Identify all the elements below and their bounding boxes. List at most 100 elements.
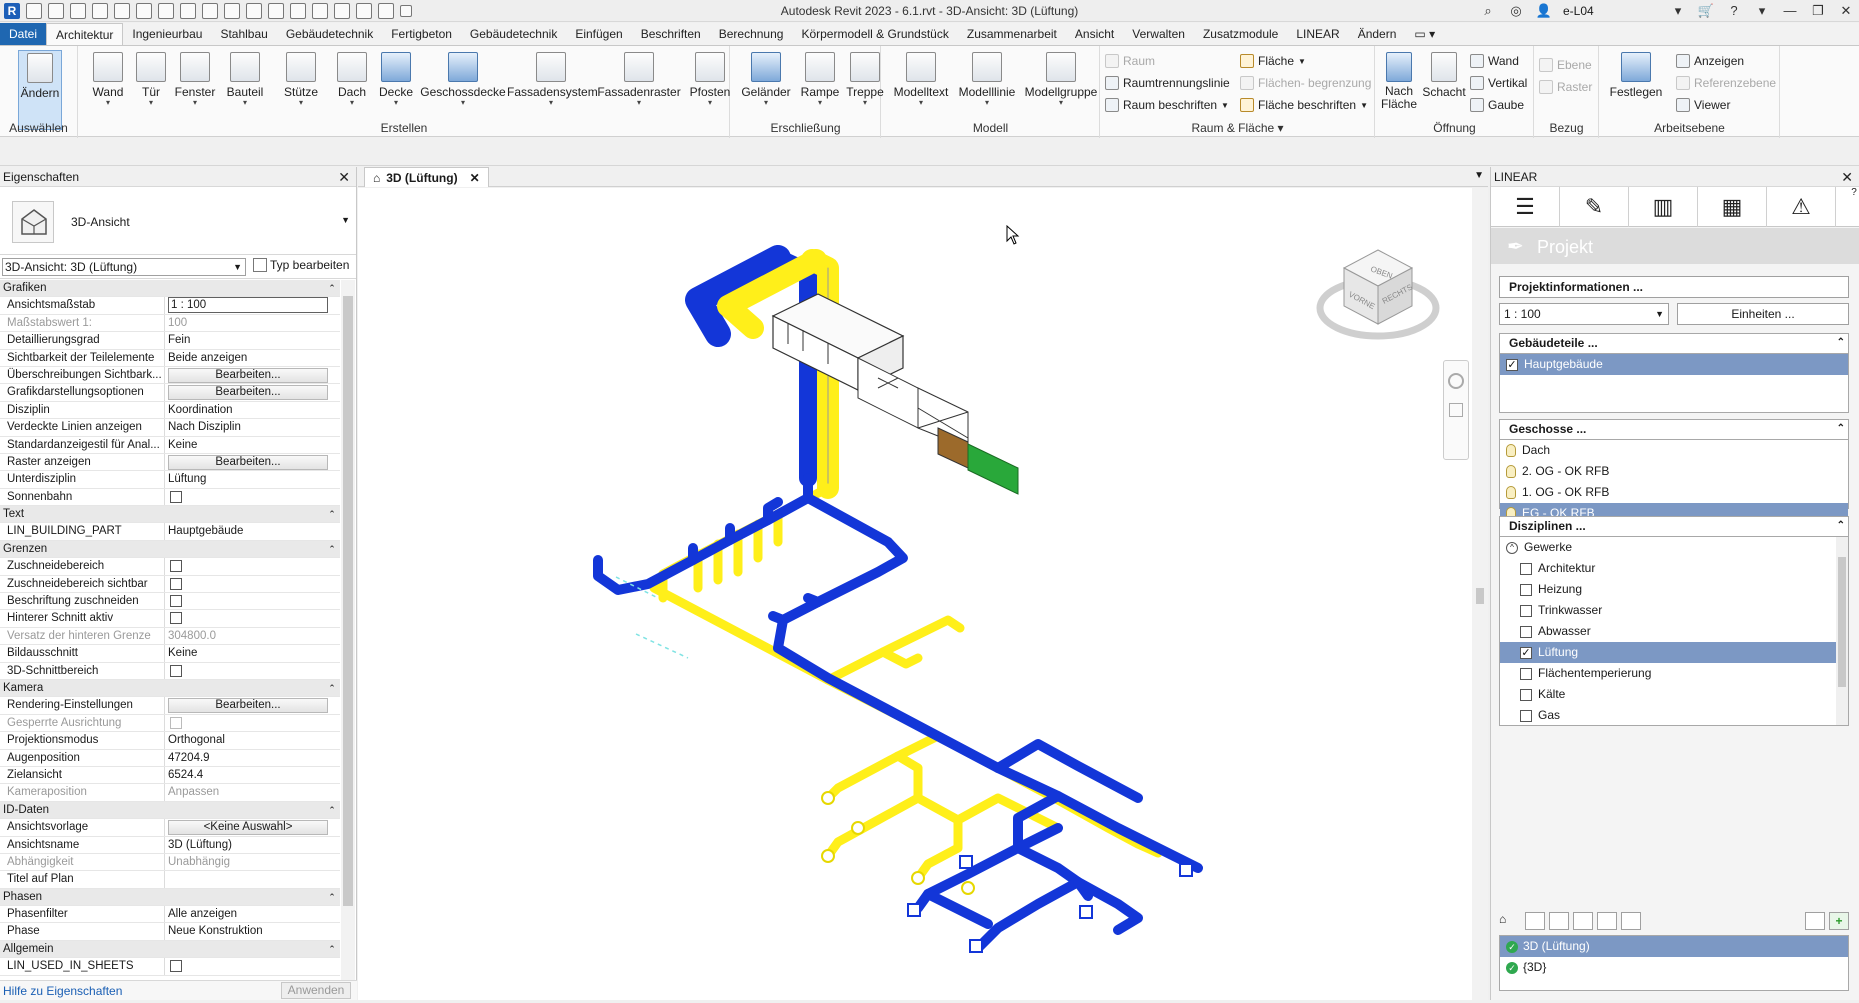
- property-value[interactable]: [165, 663, 340, 679]
- exhaust-duct-network[interactable]: [649, 483, 1163, 883]
- settings-sliders-icon[interactable]: ☰: [1491, 187, 1560, 227]
- thin-lines-icon[interactable]: [334, 2, 350, 19]
- property-checkbox[interactable]: [170, 560, 182, 573]
- binoculars-icon[interactable]: ◎: [1507, 2, 1525, 20]
- property-value[interactable]: Beide anzeigen: [165, 350, 340, 366]
- grid-button[interactable]: Raster: [1539, 78, 1592, 96]
- discipline-item[interactable]: Flächentemperierung: [1500, 663, 1848, 684]
- open-icon[interactable]: [48, 2, 64, 19]
- property-value[interactable]: [165, 958, 340, 974]
- help-icon[interactable]: ?: [1849, 187, 1859, 227]
- property-group-kamera[interactable]: Kamera ⌃: [0, 679, 340, 698]
- section-view-icon[interactable]: [1573, 912, 1593, 930]
- tab-stahlbau[interactable]: Stahlbau: [211, 23, 276, 45]
- close-icon[interactable]: ✕: [470, 171, 480, 185]
- view-item[interactable]: ✓ 3D (Lüftung): [1500, 936, 1848, 957]
- warning-icon[interactable]: ⚠: [1767, 187, 1836, 227]
- property-value[interactable]: Orthogonal: [165, 732, 340, 748]
- area-button[interactable]: Fläche ▼: [1240, 52, 1306, 70]
- property-value[interactable]: 1 : 100: [165, 297, 340, 314]
- property-value[interactable]: Nach Disziplin: [165, 419, 340, 435]
- switch-windows-icon[interactable]: [378, 2, 394, 19]
- viewcube[interactable]: OBEN VORNE RECHTS: [1308, 238, 1448, 348]
- vertical-opening-button[interactable]: Vertikal: [1470, 74, 1527, 92]
- property-value[interactable]: 47204.9: [165, 750, 340, 766]
- upload-icon[interactable]: [1621, 912, 1641, 930]
- property-group-grafiken[interactable]: Grafiken ⌃: [0, 280, 340, 298]
- help-icon[interactable]: ?: [1725, 2, 1743, 20]
- property-value[interactable]: Neue Konstruktion: [165, 923, 340, 939]
- collapse-icon[interactable]: ⌃: [324, 541, 340, 557]
- discipline-item[interactable]: ✓ Lüftung: [1500, 642, 1848, 663]
- discipline-group-gewerke[interactable]: ^ Gewerke: [1500, 537, 1848, 558]
- user-icon[interactable]: 👤: [1535, 2, 1553, 20]
- edit-property-button[interactable]: Bearbeiten...: [168, 698, 328, 714]
- zoom-icon[interactable]: [1449, 403, 1463, 417]
- checkbox[interactable]: [1520, 583, 1532, 596]
- tür-button[interactable]: Tür ▾: [131, 50, 171, 107]
- disciplines-header[interactable]: Disziplinen ... ⌃: [1500, 517, 1848, 537]
- geschossdecke-button[interactable]: Geschossdecke ▾: [419, 50, 507, 107]
- property-value[interactable]: [165, 593, 340, 609]
- floor-plan-icon[interactable]: [1525, 912, 1545, 930]
- property-value[interactable]: [165, 576, 340, 592]
- search-back-icon[interactable]: ⌕: [1479, 2, 1497, 20]
- building-parts-header[interactable]: Gebäudeteile ... ⌃: [1500, 334, 1848, 354]
- property-value[interactable]: Alle anzeigen: [165, 906, 340, 922]
- collapse-circle-icon[interactable]: ^: [1506, 541, 1518, 554]
- property-value[interactable]: Bearbeiten...: [165, 384, 340, 401]
- tab-architektur[interactable]: Architektur: [46, 23, 124, 45]
- collapse-icon[interactable]: ⌃: [324, 506, 340, 522]
- ceiling-plan-icon[interactable]: [1549, 912, 1569, 930]
- sync-icon[interactable]: [92, 2, 108, 19]
- cart-icon[interactable]: 🛒: [1697, 2, 1715, 20]
- pencil-icon[interactable]: ✎: [1560, 187, 1629, 227]
- checkbox[interactable]: [1520, 625, 1532, 638]
- treppe-button[interactable]: Treppe ▾: [845, 50, 885, 107]
- modellgruppe-button[interactable]: Modellgruppe ▾: [1020, 50, 1102, 107]
- level-item[interactable]: 1. OG - OK RFB: [1500, 482, 1848, 503]
- collapse-icon[interactable]: ⌃: [324, 941, 340, 957]
- tag-room-button[interactable]: Raum beschriften ▼: [1105, 96, 1229, 114]
- tab-beschriften[interactable]: Beschriften: [632, 23, 710, 45]
- edit-property-button[interactable]: <Keine Auswahl>: [168, 820, 328, 836]
- section-icon[interactable]: [312, 2, 328, 19]
- scale-select[interactable]: 1 : 100 ▼: [1499, 303, 1669, 325]
- scale-input[interactable]: 1 : 100: [168, 297, 328, 314]
- building-part-item[interactable]: ✓ Hauptgebäude: [1500, 354, 1848, 375]
- geländer-button[interactable]: Geländer ▾: [737, 50, 795, 107]
- collapse-icon[interactable]: ⌃: [324, 680, 340, 696]
- grid-apps-icon[interactable]: ▦: [1698, 187, 1767, 227]
- property-value[interactable]: Keine: [165, 645, 340, 661]
- rampe-button[interactable]: Rampe ▾: [795, 50, 845, 107]
- discipline-item[interactable]: Trinkwasser: [1500, 600, 1848, 621]
- tab-ansicht[interactable]: Ansicht: [1066, 23, 1123, 45]
- checkbox[interactable]: [1520, 562, 1532, 575]
- checkbox[interactable]: [1520, 667, 1532, 680]
- property-checkbox[interactable]: [170, 960, 182, 973]
- supply-duct-network[interactable]: [593, 473, 1203, 953]
- customize-toolbar-icon[interactable]: [400, 4, 412, 17]
- pdf-icon[interactable]: [180, 2, 196, 19]
- property-value[interactable]: Hauptgebäude: [165, 523, 340, 539]
- chevron-down-icon[interactable]: ▾: [1753, 2, 1771, 20]
- discipline-item[interactable]: Architektur: [1500, 558, 1848, 579]
- tab-linear[interactable]: LINEAR: [1287, 23, 1348, 45]
- tab-list-chevron-icon[interactable]: ▼: [1474, 170, 1484, 181]
- property-value[interactable]: [165, 558, 340, 574]
- tab-zusatzmodule[interactable]: Zusatzmodule: [1194, 23, 1287, 45]
- property-group-phasen[interactable]: Phasen ⌃: [0, 888, 340, 907]
- by-face-button[interactable]: Nach Fläche: [1378, 50, 1420, 111]
- set-work-plane-button[interactable]: Festlegen: [1608, 50, 1664, 99]
- area-boundary-button[interactable]: Flächen- begrenzung: [1240, 74, 1371, 92]
- edit-property-button[interactable]: Bearbeiten...: [168, 367, 328, 383]
- property-value[interactable]: Keine: [165, 437, 340, 453]
- property-value[interactable]: [165, 610, 340, 626]
- restore-icon[interactable]: ❐: [1809, 2, 1827, 20]
- property-checkbox[interactable]: [170, 490, 182, 503]
- checkbox[interactable]: [1520, 709, 1532, 722]
- tag-area-button[interactable]: Fläche beschriften ▼: [1240, 96, 1368, 114]
- stütze-button[interactable]: Stütze ▾: [271, 50, 331, 107]
- property-checkbox[interactable]: [170, 612, 182, 625]
- fassadenraster-button[interactable]: Fassadenraster ▾: [595, 50, 683, 107]
